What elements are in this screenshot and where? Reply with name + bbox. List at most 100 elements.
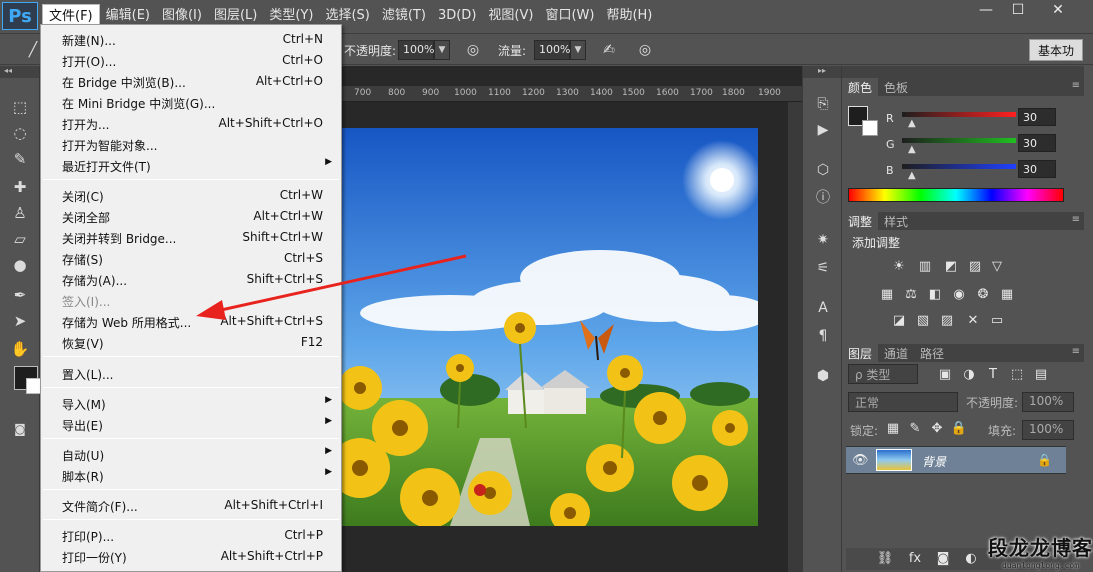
lasso-tool-icon[interactable]: ◌ [9,122,31,144]
pressure-opacity-icon[interactable]: ◎ [464,42,482,60]
path-select-icon[interactable]: ➤ [9,310,31,332]
new-adjustment-icon[interactable]: ◐ [962,550,980,568]
tab-adjustments[interactable]: 调整 [842,212,879,230]
layer-visibility-eye-icon[interactable]: 👁 [852,453,869,468]
invert-icon[interactable]: ◪ [890,312,908,330]
vibrance-icon[interactable]: ▽ [988,258,1006,276]
layer-name[interactable]: 背景 [922,453,946,470]
menu-view[interactable]: 视图(V) [482,4,539,28]
red-slider[interactable]: R ▲ 30 [886,108,1093,132]
actions-play-icon[interactable]: ▶ [813,120,833,140]
color-bg-swatch[interactable] [862,120,878,136]
brightness-icon[interactable]: ☀ [890,258,908,276]
blur-tool-icon[interactable]: ● [9,254,31,276]
menu-item-scripts[interactable]: 脚本(R) ▶ [41,465,341,486]
close-button[interactable]: ✕ [1035,0,1081,20]
blue-slider[interactable]: B ▲ 30 [886,160,1093,184]
opacity-field[interactable]: 100% [398,40,434,60]
color-spectrum-bar[interactable] [848,188,1064,202]
gradient-map-icon[interactable]: ▭ [988,312,1006,330]
color-lookup-icon[interactable]: ▦ [998,286,1016,304]
panel-menu-icon[interactable]: ≡ [1072,80,1080,91]
photo-filter-icon[interactable]: ◉ [950,286,968,304]
filter-shape-icon[interactable]: ⬚ [1008,366,1026,384]
panel-menu-icon[interactable]: ≡ [1072,214,1080,225]
paragraph-icon[interactable]: ¶ [813,326,833,346]
filter-pixel-icon[interactable]: ▣ [936,366,954,384]
quick-mask-icon[interactable]: ◙ [9,418,31,440]
filter-adjust-icon[interactable]: ◑ [960,366,978,384]
menu-item-close-all[interactable]: 关闭全部 Alt+Ctrl+W [41,206,341,227]
tab-paths[interactable]: 路径 [914,344,950,362]
menu-item-file-info[interactable]: 文件简介(F)... Alt+Shift+Ctrl+I [41,495,341,516]
healing-brush-icon[interactable]: ✚ [9,176,31,198]
menu-window[interactable]: 窗口(W) [539,4,600,28]
menu-item-save[interactable]: 存储(S) Ctrl+S [41,248,341,269]
fill-field[interactable]: 100% [1022,420,1074,440]
layer-filter-select[interactable]: ρ 类型 [848,364,918,384]
menu-item-browse-mini-bridge[interactable]: 在 Mini Bridge 中浏览(G)... [41,92,341,113]
tab-layers[interactable]: 图层 [842,344,879,362]
menu-item-close-go-bridge[interactable]: 关闭并转到 Bridge... Shift+Ctrl+W [41,227,341,248]
lock-all-icon[interactable]: 🔒 [950,420,968,438]
blue-value[interactable]: 30 [1018,160,1056,178]
pen-tool-icon[interactable]: ✒ [9,284,31,306]
restore-button[interactable]: ☐ [1003,0,1033,20]
menu-item-close[interactable]: 关闭(C) Ctrl+W [41,185,341,206]
menu-item-import[interactable]: 导入(M) ▶ [41,393,341,414]
clone-source-icon[interactable]: ⚟ [813,258,833,278]
brush-presets-icon[interactable]: ✷ [813,230,833,250]
flow-field[interactable]: 100% [534,40,570,60]
character-icon[interactable]: A [813,298,833,318]
minimize-button[interactable]: — [971,0,1001,20]
panel-menu-icon[interactable]: ≡ [1072,346,1080,357]
layer-mask-icon[interactable]: ◙ [934,550,952,568]
tab-styles[interactable]: 样式 [878,212,914,230]
lock-position-icon[interactable]: ✥ [928,420,946,438]
color-balance-icon[interactable]: ⚖ [902,286,920,304]
menu-item-print[interactable]: 打印(P)... Ctrl+P [41,525,341,546]
filter-type-icon[interactable]: T [984,366,1002,384]
tools-collapse-icon[interactable]: ◂◂ [0,66,39,78]
3d-cube-icon[interactable]: ⬡ [813,160,833,180]
hue-saturation-icon[interactable]: ▦ [878,286,896,304]
red-track[interactable] [902,112,1016,117]
menu-item-save-as[interactable]: 存储为(A)... Shift+Ctrl+S [41,269,341,290]
blend-mode-select[interactable]: 正常 [848,392,958,412]
posterize-icon[interactable]: ▧ [914,312,932,330]
curves-icon[interactable]: ◩ [942,258,960,276]
menu-item-revert[interactable]: 恢复(V) F12 [41,332,341,353]
levels-icon[interactable]: ▥ [916,258,934,276]
workspace-button[interactable]: 基本功 [1028,39,1083,61]
flow-dropdown-icon[interactable]: ▼ [570,40,586,60]
lock-pixels-icon[interactable]: ✎ [906,420,924,438]
image-canvas[interactable] [340,128,758,526]
black-white-icon[interactable]: ◧ [926,286,944,304]
menu-item-save-for-web[interactable]: 存储为 Web 所用格式... Alt+Shift+Ctrl+S [41,311,341,332]
menu-item-open[interactable]: 打开(O)... Ctrl+O [41,50,341,71]
menu-item-print-one[interactable]: 打印一份(Y) Alt+Shift+Ctrl+P [41,546,341,567]
menu-item-place[interactable]: 置入(L)... [41,363,341,384]
3d-panel-icon[interactable]: ⬢ [813,366,833,386]
blue-thumb-icon[interactable]: ▲ [908,170,916,181]
green-value[interactable]: 30 [1018,134,1056,152]
menu-3d[interactable]: 3D(D) [432,4,482,28]
marquee-tool-icon[interactable]: ⬚ [9,96,31,118]
menu-filter[interactable]: 滤镜(T) [376,4,432,28]
info-icon[interactable]: ⓘ [813,188,833,208]
hand-tool-icon[interactable]: ✋ [9,338,31,360]
threshold-icon[interactable]: ▨ [938,312,956,330]
green-track[interactable] [902,138,1016,143]
layer-row-background[interactable]: 👁 背景 🔒 [846,446,1066,474]
green-thumb-icon[interactable]: ▲ [908,144,916,155]
collapse-panels-icon[interactable]: ▸▸ [803,66,841,78]
menu-item-open-as[interactable]: 打开为... Alt+Shift+Ctrl+O [41,113,341,134]
vertical-scrollbar[interactable] [788,102,802,572]
tab-channels[interactable]: 通道 [878,344,914,362]
quick-select-tool-icon[interactable]: ✎ [9,148,31,170]
red-thumb-icon[interactable]: ▲ [908,118,916,129]
link-layers-icon[interactable]: ⛓ [876,550,894,568]
layer-style-fx-icon[interactable]: fx [906,550,924,568]
green-slider[interactable]: G ▲ 30 [886,134,1093,158]
clone-stamp-icon[interactable]: ♙ [9,202,31,224]
